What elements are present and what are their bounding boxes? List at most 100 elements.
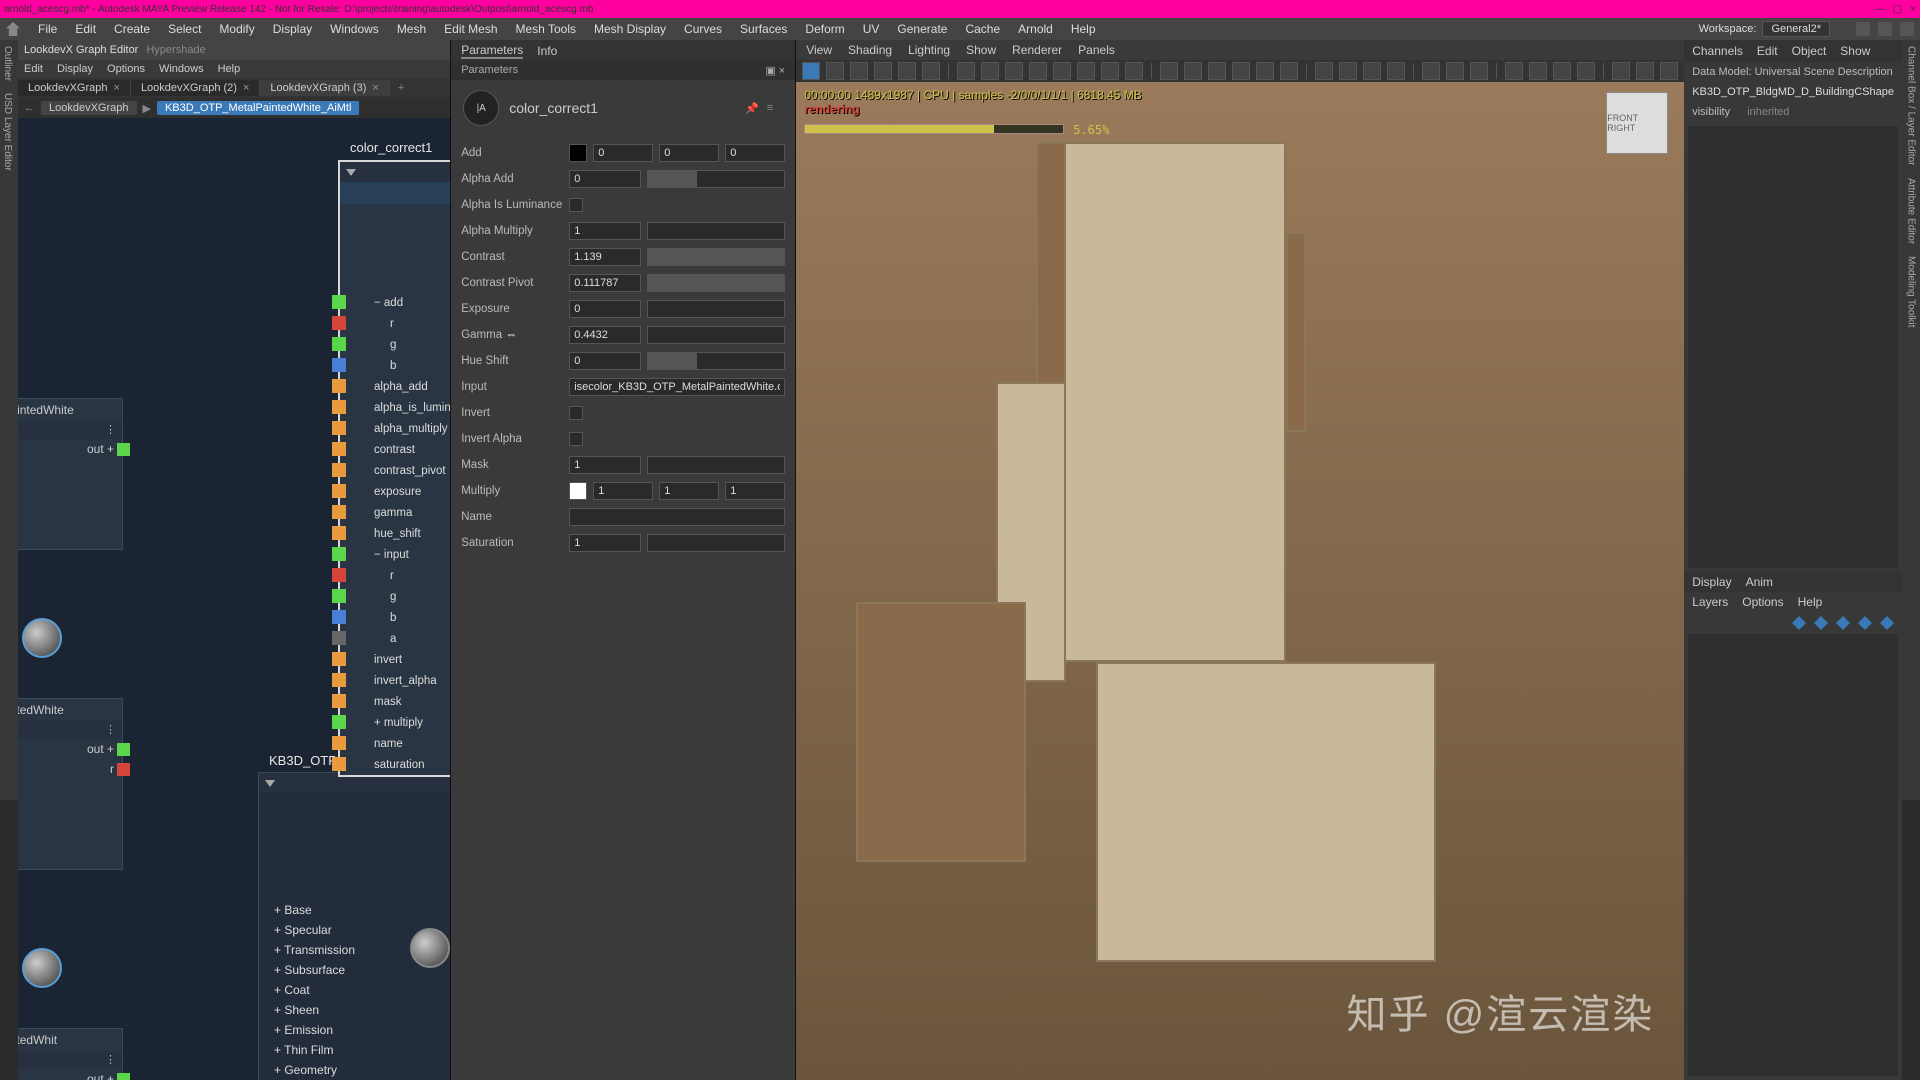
- toolbar-icon[interactable]: [850, 62, 868, 80]
- vp-menu-panels[interactable]: Panels: [1078, 43, 1115, 57]
- menu-edit[interactable]: Edit: [75, 22, 96, 36]
- checkbox[interactable]: [569, 406, 583, 420]
- node-input-row[interactable]: exposure: [340, 481, 450, 502]
- input-port-icon[interactable]: [332, 505, 346, 519]
- node-input-row[interactable]: r: [340, 565, 450, 586]
- node-input-row[interactable]: name: [340, 733, 450, 754]
- param-slider[interactable]: [647, 326, 785, 344]
- textured-icon[interactable]: [1208, 62, 1226, 80]
- toolbar-icon[interactable]: [1470, 62, 1488, 80]
- home-icon[interactable]: [6, 22, 20, 36]
- param-slider[interactable]: [647, 170, 785, 188]
- node-menu-icon[interactable]: ⋮: [105, 723, 116, 736]
- node-input-row[interactable]: b: [340, 355, 450, 376]
- shaded-icon[interactable]: [1184, 62, 1202, 80]
- menu-mesh[interactable]: Mesh: [397, 22, 426, 36]
- input-port-icon[interactable]: [332, 757, 346, 771]
- channelbox-tab[interactable]: Channel Box / Layer Editor: [1906, 40, 1917, 172]
- shader-ball-1[interactable]: [22, 618, 62, 658]
- node-t1[interactable]: t1_KB3D_OTP_MetalPaintedWhite ⋮ out + r …: [18, 698, 123, 870]
- modeling-toolkit-tab[interactable]: Modeling Toolkit: [1906, 250, 1917, 334]
- breadcrumb-current[interactable]: KB3D_OTP_MetalPaintedWhite_AiMtl: [157, 101, 359, 115]
- menu-arnold[interactable]: Arnold: [1018, 22, 1053, 36]
- node-input-row[interactable]: alpha_multiply: [340, 418, 450, 439]
- outliner-tab[interactable]: Outliner: [0, 40, 15, 87]
- param-slider[interactable]: [647, 352, 785, 370]
- shadows-icon[interactable]: [1256, 62, 1274, 80]
- wireframe-icon[interactable]: [1160, 62, 1178, 80]
- layer-menu-options[interactable]: Options: [1742, 595, 1783, 609]
- section-emission[interactable]: Emission: [268, 1020, 361, 1040]
- menu-surfaces[interactable]: Surfaces: [740, 22, 787, 36]
- cb-tab-show[interactable]: Show: [1840, 44, 1870, 58]
- toolbar-icon[interactable]: [1446, 62, 1464, 80]
- input-port-icon[interactable]: [332, 358, 346, 372]
- param-field[interactable]: [659, 482, 719, 500]
- node-input-row[interactable]: saturation: [340, 754, 450, 775]
- param-field[interactable]: [725, 144, 785, 162]
- node-r-port[interactable]: r: [18, 759, 122, 779]
- gamma-icon[interactable]: [1636, 62, 1654, 80]
- maximize-button[interactable]: ▢: [1893, 4, 1902, 15]
- toolbar-icon[interactable]: [981, 62, 999, 80]
- grid-icon[interactable]: [957, 62, 975, 80]
- param-field[interactable]: [725, 482, 785, 500]
- param-slider[interactable]: [647, 248, 785, 266]
- param-field[interactable]: [569, 170, 641, 188]
- minimize-button[interactable]: —: [1875, 4, 1885, 15]
- menu-mesh-display[interactable]: Mesh Display: [594, 22, 666, 36]
- output-port-icon[interactable]: [117, 763, 130, 776]
- input-port-icon[interactable]: [332, 337, 346, 351]
- output-port-icon[interactable]: [117, 443, 130, 456]
- arnold-renderview-icon[interactable]: [802, 62, 820, 80]
- param-field[interactable]: [593, 144, 653, 162]
- tab-info[interactable]: Info: [537, 44, 557, 58]
- breadcrumb-root[interactable]: LookdevXGraph: [41, 101, 137, 115]
- param-slider[interactable]: [647, 300, 785, 318]
- tab-parameters[interactable]: Parameters: [461, 43, 523, 59]
- shader-ball-2[interactable]: [22, 948, 62, 988]
- section-thinfilm[interactable]: Thin Film: [268, 1040, 361, 1060]
- node-out-port[interactable]: out +: [18, 1069, 122, 1080]
- graph-canvas[interactable]: olor_KB3D_OTP_MetalPaintedWhite ⋮ out + …: [18, 118, 450, 1080]
- graph-tab-lookdevx[interactable]: LookdevX Graph Editor: [24, 44, 138, 56]
- menu-modify[interactable]: Modify: [219, 22, 254, 36]
- out-r[interactable]: r: [340, 204, 450, 226]
- node-input-row[interactable]: + multiply: [340, 712, 450, 733]
- toolbar-icon[interactable]: [1577, 62, 1595, 80]
- graph-tab-hypershade[interactable]: Hypershade: [146, 44, 205, 56]
- input-port-icon[interactable]: [332, 379, 346, 393]
- layout-icon[interactable]: [1900, 22, 1914, 36]
- viewport-render-area[interactable]: 00:00:00 1489x1987 | CPU | samples -2/0/…: [796, 82, 1684, 1080]
- menu-deform[interactable]: Deform: [805, 22, 844, 36]
- close-icon[interactable]: ×: [114, 82, 120, 94]
- cb-tab-edit[interactable]: Edit: [1757, 44, 1778, 58]
- menu-generate[interactable]: Generate: [897, 22, 947, 36]
- viewcube[interactable]: FRONT RIGHT: [1606, 92, 1668, 154]
- node-input-row[interactable]: g: [340, 586, 450, 607]
- exposure-icon[interactable]: [1612, 62, 1630, 80]
- graph-tab-3[interactable]: LookdevXGraph (3)×: [260, 80, 389, 96]
- param-field[interactable]: [569, 378, 785, 396]
- param-slider[interactable]: [647, 222, 785, 240]
- collapse-icon[interactable]: [265, 780, 275, 787]
- toolbar-icon[interactable]: [1125, 62, 1143, 80]
- param-field[interactable]: [569, 534, 641, 552]
- toolbar-icon[interactable]: [1339, 62, 1357, 80]
- menu-help[interactable]: Help: [1071, 22, 1096, 36]
- isolate-icon[interactable]: [1315, 62, 1333, 80]
- toolbar-icon[interactable]: [1387, 62, 1405, 80]
- input-port-icon[interactable]: [332, 652, 346, 666]
- input-port-icon[interactable]: [332, 316, 346, 330]
- node-out-port[interactable]: out +: [18, 739, 122, 759]
- layer-menu-help[interactable]: Help: [1798, 595, 1823, 609]
- input-port-icon[interactable]: [332, 400, 346, 414]
- graph-menu-display[interactable]: Display: [57, 63, 93, 75]
- sync-icon[interactable]: [1878, 22, 1892, 36]
- output-port-icon[interactable]: [117, 1073, 130, 1080]
- layer-icon[interactable]: [1880, 616, 1894, 630]
- toolbar-icon[interactable]: [1029, 62, 1047, 80]
- param-slider[interactable]: [647, 456, 785, 474]
- cb-tab-object[interactable]: Object: [1792, 44, 1827, 58]
- input-port-icon[interactable]: [332, 673, 346, 687]
